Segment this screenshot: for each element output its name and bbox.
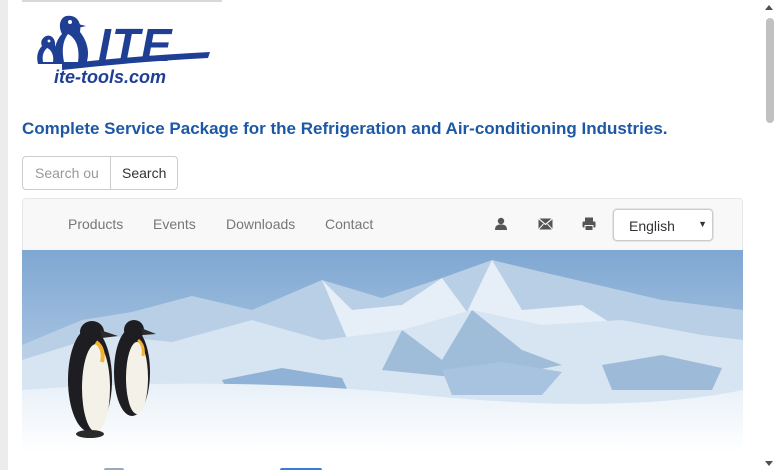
language-select[interactable]: English ▼ (613, 209, 713, 241)
user-icon[interactable] (492, 215, 510, 233)
main-navbar: Products Events Downloads Contact Englis… (22, 198, 743, 250)
language-selected-label: English (629, 218, 675, 234)
hero-banner-image (22, 250, 743, 452)
scroll-down-arrow-icon[interactable] (765, 461, 773, 466)
vertical-scrollbar[interactable] (760, 0, 780, 470)
site-logo[interactable]: ITE ite-tools.com (32, 12, 212, 90)
page: ITE ite-tools.com Complete Service Packa… (8, 0, 760, 470)
nav-item-downloads[interactable]: Downloads (226, 216, 295, 232)
below-fold-content (8, 462, 760, 470)
nav-item-contact[interactable]: Contact (325, 216, 373, 232)
envelope-icon[interactable] (536, 215, 554, 233)
nav-item-products[interactable]: Products (68, 216, 123, 232)
search-input[interactable] (22, 156, 110, 190)
logo-brand-text: ITE (98, 19, 173, 71)
scroll-thumb[interactable] (766, 18, 774, 123)
nav-item-events[interactable]: Events (153, 216, 196, 232)
search-form: Search (22, 156, 179, 190)
page-tagline: Complete Service Package for the Refrige… (22, 119, 668, 138)
chevron-down-icon: ▼ (698, 219, 707, 229)
logo-top-border (22, 0, 222, 2)
print-icon[interactable] (580, 215, 598, 233)
search-button[interactable]: Search (110, 156, 179, 190)
penguins-antarctica-image (22, 250, 743, 452)
scroll-up-arrow-icon[interactable] (765, 5, 773, 10)
logo-url-text: ite-tools.com (54, 67, 167, 87)
